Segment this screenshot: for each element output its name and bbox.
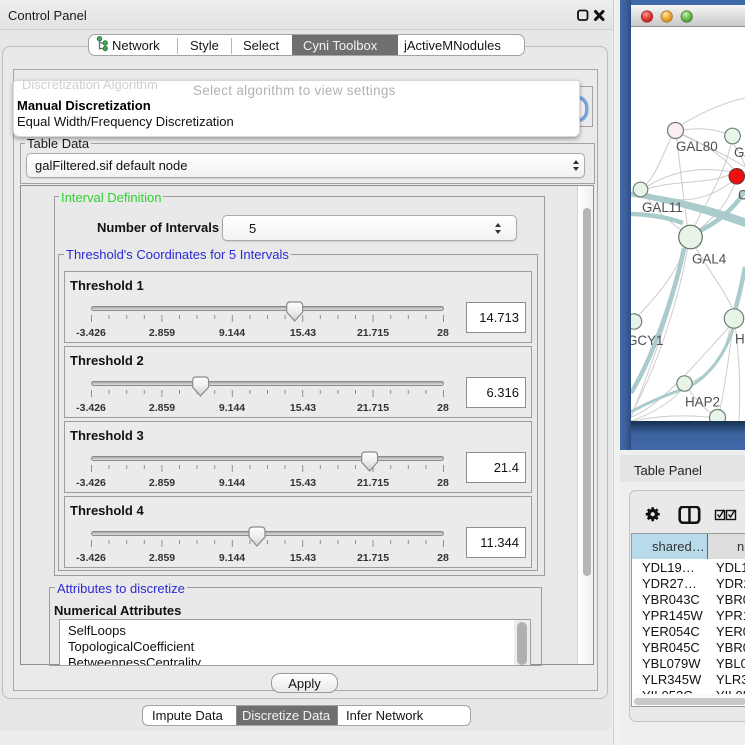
svg-text:GAL11: GAL11 (642, 200, 683, 215)
svg-text:GAL80: GAL80 (676, 139, 718, 154)
svg-text:HAP2: HAP2 (685, 395, 720, 410)
svg-text:H: H (735, 332, 745, 347)
svg-text:CA: CA (738, 188, 745, 203)
svg-text:GCY1: GCY1 (631, 333, 663, 348)
svg-text:GA: GA (734, 145, 745, 160)
svg-text:GAL4: GAL4 (692, 252, 727, 267)
